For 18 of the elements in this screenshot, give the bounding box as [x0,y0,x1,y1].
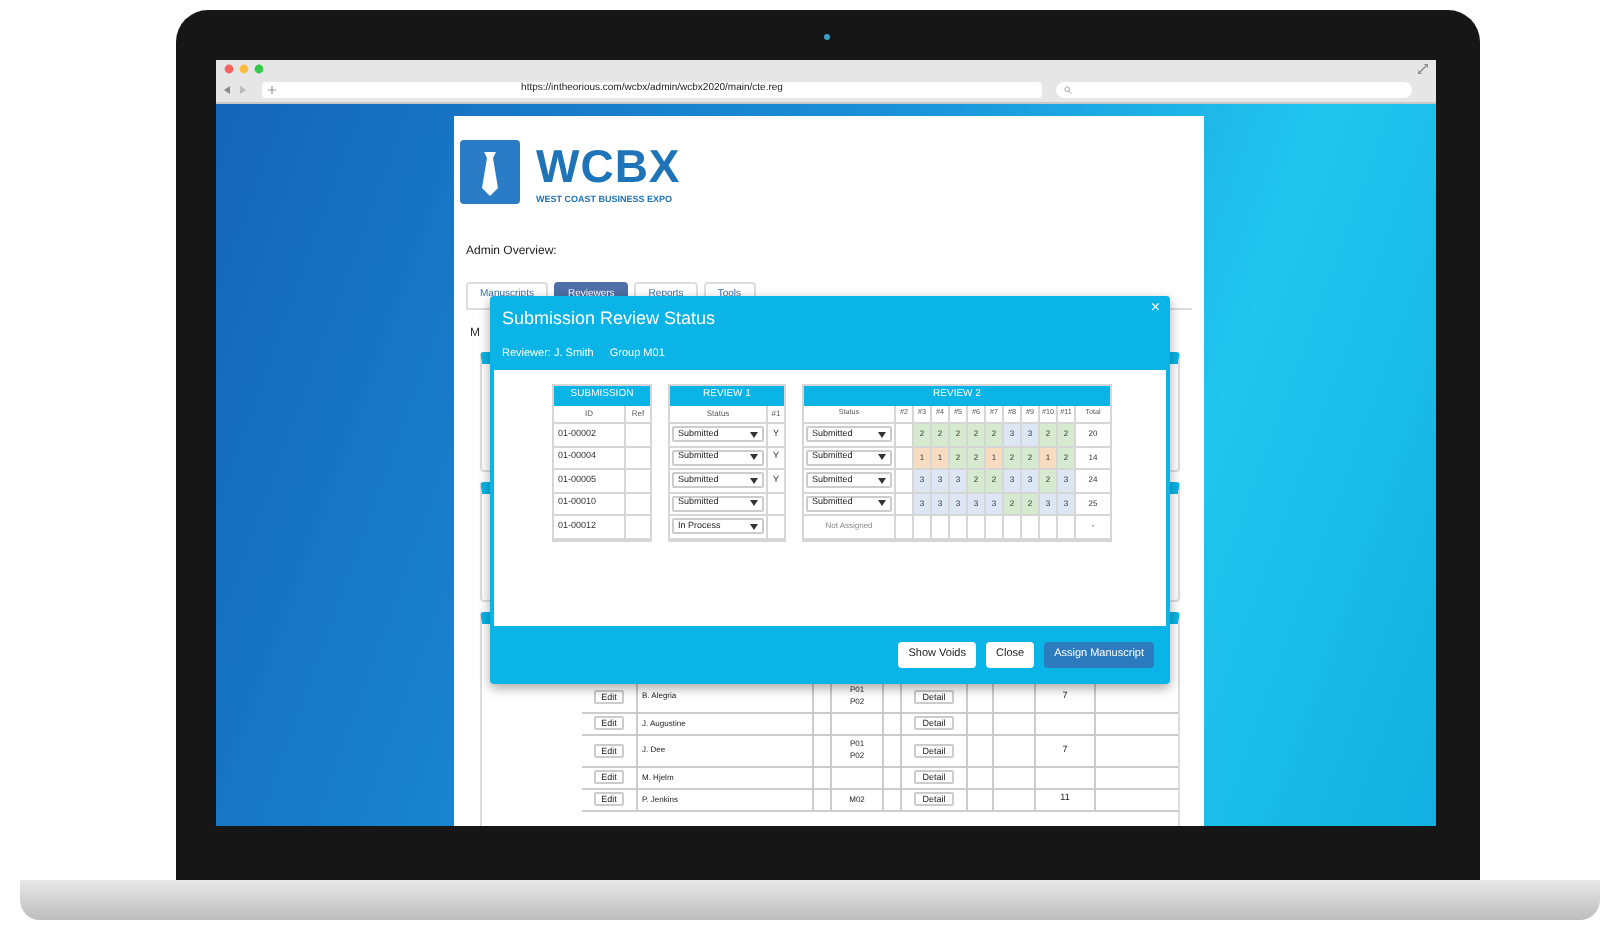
caret-icon [750,523,758,530]
caret-icon [878,454,886,461]
modal-title: Submission Review Status [502,306,716,332]
caret-icon [878,431,886,438]
resize-icon[interactable] [1418,64,1428,74]
caret-icon [750,431,758,438]
forward-icon[interactable] [238,85,246,93]
search-field[interactable] [1056,81,1412,97]
back-icon[interactable] [224,85,232,93]
camera-icon [824,34,830,40]
caret-icon [750,500,758,507]
search-icon [1064,85,1072,93]
logo-title: WCBX [536,144,681,188]
caret-icon [878,500,886,507]
logo-drawing [460,140,520,204]
caret-icon [750,454,758,461]
caret-icon [750,477,758,484]
caret-icon [878,477,886,484]
